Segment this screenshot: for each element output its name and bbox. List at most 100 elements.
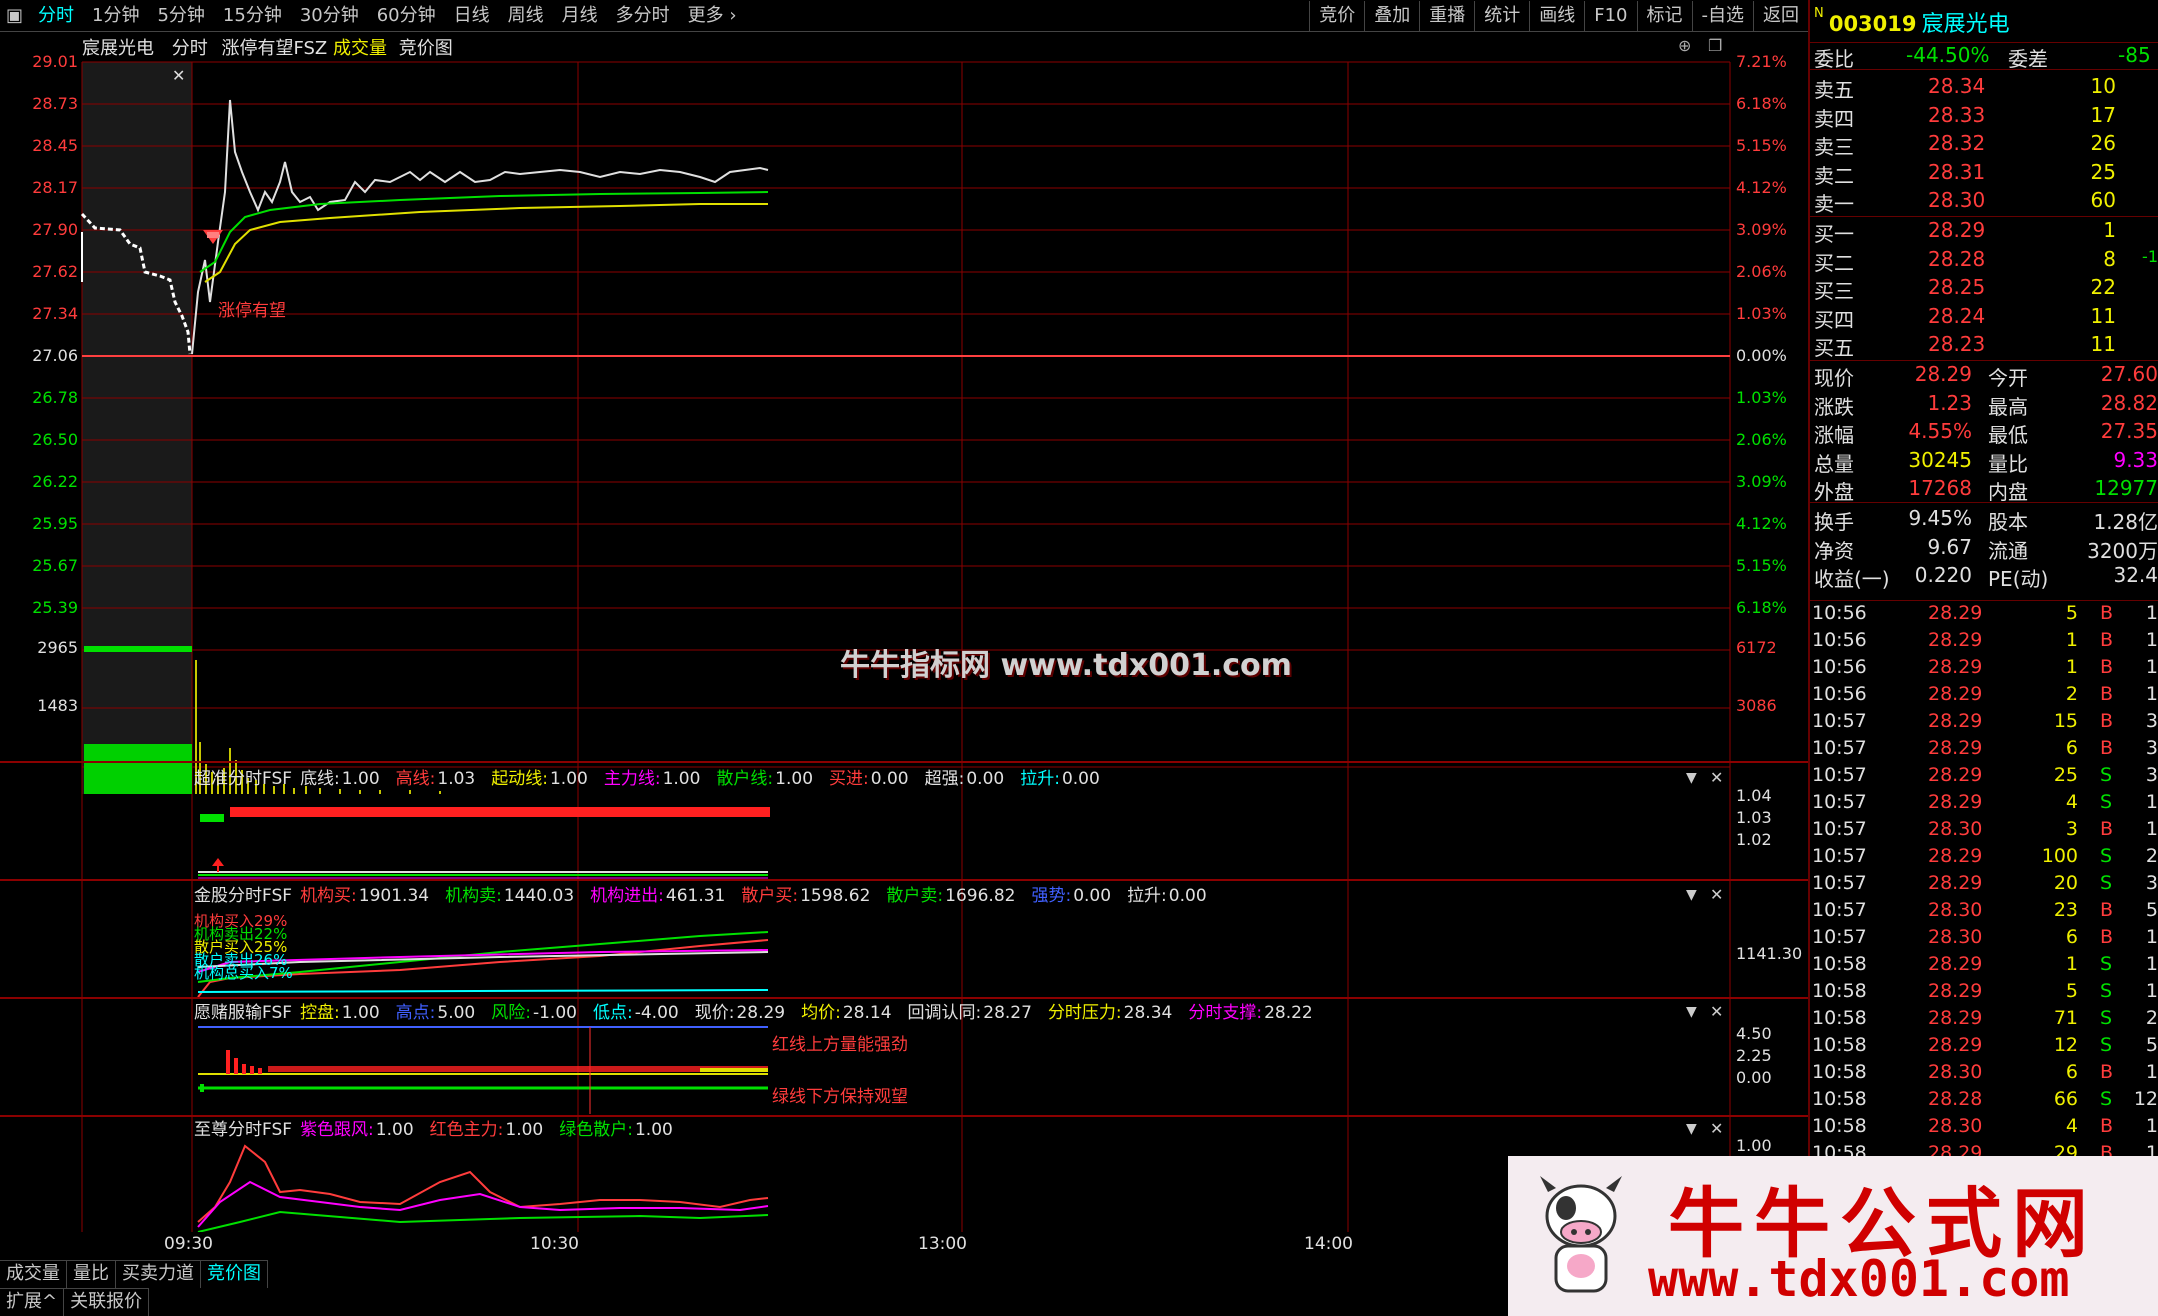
ind3-header[interactable]: 愿赌服输FSF 控盘: 1.00 高点: 5.00 风险: -1.00 低点: -4.00 现价:… xyxy=(194,1001,1329,1025)
stats2-row-0: 换手 9.45% 股本 1.28亿 xyxy=(1810,506,2158,534)
auction-close-icon[interactable]: ✕ xyxy=(172,66,185,85)
bid-level-1[interactable]: 买二 28.28 8 -1 xyxy=(1810,247,2158,275)
ask-level-1[interactable]: 卖四 28.33 17 xyxy=(1810,103,2158,131)
ind2-item-key: 机构进出: xyxy=(590,886,664,906)
tick-volume: 6 xyxy=(2065,926,2078,948)
period-tab-4[interactable]: 30分钟 xyxy=(291,1,368,31)
period-tab-0[interactable]: 分时 xyxy=(29,1,83,31)
bottom-tab-2[interactable]: 买卖力道 xyxy=(116,1261,201,1288)
ind3-item-key: 现价: xyxy=(694,1003,735,1023)
tick-row: 10:58 28.30 6 B 1 xyxy=(1810,1061,2158,1088)
toolbar-btn-5[interactable]: F10 xyxy=(1584,0,1636,31)
ind3-item-7: 分时压力: 28.34 xyxy=(1048,1003,1180,1023)
ask-level-0[interactable]: 卖五 28.34 10 xyxy=(1810,74,2158,102)
bottom-tab2-1[interactable]: 关联报价 xyxy=(64,1289,150,1316)
stock-code: 003019 xyxy=(1828,12,1917,36)
ad-banner[interactable]: 牛牛公式网 www.tdx001.com xyxy=(1508,1156,2158,1316)
ind4-header[interactable]: 至尊分时FSF 紫色跟风: 1.00 红色主力: 1.00 绿色散户: 1.00 xyxy=(194,1118,689,1142)
ind2-item-key: 机构买: xyxy=(300,886,357,906)
period-tab-6[interactable]: 日线 xyxy=(445,1,499,31)
ind1-item-key: 散户线: xyxy=(716,769,774,789)
panel-divider-0 xyxy=(1810,216,2158,217)
ind3-close-icon[interactable]: ✕ xyxy=(1710,1002,1723,1021)
panel-divider-1 xyxy=(1810,360,2158,361)
toolbar-btn-8[interactable]: 返回 xyxy=(1753,0,1808,31)
price-axis-left-13: 25.39 xyxy=(32,598,78,617)
toolbar-right-buttons: 竞价 叠加 重播 统计 画线 F10 标记 -自选 返回 xyxy=(1309,0,1808,31)
tick-row: 10:57 28.30 3 B 1 xyxy=(1810,818,2158,845)
bottom-tab-3[interactable]: 竞价图 xyxy=(201,1261,268,1288)
ind3-note-0: 红线上方量能强劲 xyxy=(772,1035,908,1055)
ind1-header[interactable]: 超准分时FSF 底线: 1.00 高线: 1.03 起动线: 1.00 主力线: 1.00 散户线… xyxy=(194,767,1116,791)
period-tab-7[interactable]: 周线 xyxy=(499,1,553,31)
ind1-item-0: 底线: 1.00 xyxy=(300,769,388,789)
window-menu-icon[interactable]: ▣ xyxy=(0,1,29,31)
toolbar-btn-0[interactable]: 竞价 xyxy=(1309,0,1364,31)
bid-level-4-price: 28.23 xyxy=(1928,332,1986,356)
bottom-tab-0[interactable]: 成交量 xyxy=(0,1261,67,1288)
tick-direction: S xyxy=(2100,791,2113,813)
bid-level-2[interactable]: 买三 28.25 22 xyxy=(1810,275,2158,303)
ask-level-2[interactable]: 卖三 28.32 26 xyxy=(1810,131,2158,159)
toolbar-btn-2[interactable]: 重播 xyxy=(1419,0,1474,31)
stat-label-a: 现价 xyxy=(1814,366,1854,390)
ask-level-3-volume: 25 xyxy=(2090,159,2116,184)
weibi-value: -44.50% xyxy=(1906,43,1990,67)
ind3-item-0: 控盘: 1.00 xyxy=(300,1003,388,1023)
toolbar-btn-1[interactable]: 叠加 xyxy=(1364,0,1419,31)
bid-level-4-volume: 11 xyxy=(2090,332,2116,356)
period-tab-1[interactable]: 1分钟 xyxy=(83,1,148,31)
tick-direction: S xyxy=(2100,872,2113,894)
period-tab-10[interactable]: 更多 › xyxy=(679,1,746,31)
ind2-item-value: 461.31 xyxy=(665,886,726,906)
stat-value-a: 9.45% xyxy=(1908,506,1972,530)
tick-row: 10:57 28.29 15 B 3 xyxy=(1810,710,2158,737)
price-axis-left-4: 27.90 xyxy=(32,220,78,239)
bid-level-0-price: 28.29 xyxy=(1928,218,1986,242)
toolbar-btn-7[interactable]: -自选 xyxy=(1691,0,1754,31)
bid-level-0[interactable]: 买一 28.29 1 xyxy=(1810,218,2158,246)
ask-level-4-price: 28.30 xyxy=(1928,188,1986,212)
panel-divider-2 xyxy=(1810,502,2158,503)
bottom-tab-1[interactable]: 量比 xyxy=(67,1261,116,1288)
ind4-close-icon[interactable]: ✕ xyxy=(1710,1119,1723,1138)
tick-volume: 2 xyxy=(2065,683,2078,705)
ind1-item-key: 高线: xyxy=(395,769,436,789)
bid-level-3[interactable]: 买四 28.24 11 xyxy=(1810,304,2158,332)
tick-time: 10:56 xyxy=(1812,683,1867,705)
ind3-dropdown-icon[interactable]: ▼ xyxy=(1686,1004,1697,1020)
period-tab-9[interactable]: 多分时 xyxy=(607,1,679,31)
price-axis-left-1: 28.73 xyxy=(32,94,78,113)
ind2-header[interactable]: 金股分时FSF 机构买: 1901.34 机构卖: 1440.03 机构进出: 461.31… xyxy=(194,884,1223,908)
ind4-dropdown-icon[interactable]: ▼ xyxy=(1686,1121,1697,1137)
tick-time: 10:57 xyxy=(1812,872,1867,894)
period-tab-8[interactable]: 月线 xyxy=(553,1,607,31)
tick-volume: 25 xyxy=(2053,764,2078,786)
period-tab-5[interactable]: 60分钟 xyxy=(368,1,445,31)
toolbar-btn-3[interactable]: 统计 xyxy=(1474,0,1529,31)
ind1-dropdown-icon[interactable]: ▼ xyxy=(1686,770,1697,786)
tick-price: 28.30 xyxy=(1928,899,1983,921)
ind4-item-2: 绿色散户: 1.00 xyxy=(559,1120,681,1140)
tick-direction: B xyxy=(2100,710,2114,732)
ind2-dropdown-icon[interactable]: ▼ xyxy=(1686,887,1697,903)
toolbar-btn-6[interactable]: 标记 xyxy=(1636,0,1692,31)
ask-level-3[interactable]: 卖二 28.31 25 xyxy=(1810,160,2158,188)
ind2-close-icon[interactable]: ✕ xyxy=(1710,885,1723,904)
bid-level-4[interactable]: 买五 28.23 11 xyxy=(1810,332,2158,360)
stat-label-b: 内盘 xyxy=(1988,480,2028,504)
ind3-item-value: 28.14 xyxy=(842,1003,892,1023)
period-tab-2[interactable]: 5分钟 xyxy=(148,1,213,31)
tick-direction: B xyxy=(2100,818,2114,840)
price-axis-left-11: 25.95 xyxy=(32,514,78,533)
ind1-close-icon[interactable]: ✕ xyxy=(1710,768,1723,787)
vol-axis-left-0: 2965 xyxy=(37,638,78,657)
period-tab-3[interactable]: 15分钟 xyxy=(214,1,291,31)
ask-level-4[interactable]: 卖一 28.30 60 xyxy=(1810,188,2158,216)
ind3-item-key: 回调认同: xyxy=(907,1003,982,1023)
toolbar-btn-4[interactable]: 画线 xyxy=(1529,0,1584,31)
tick-price: 28.30 xyxy=(1928,818,1983,840)
tick-time: 10:57 xyxy=(1812,764,1867,786)
bottom-tab2-0[interactable]: 扩展^ xyxy=(0,1289,65,1316)
stats1-row-1: 涨跌 1.23 最高 28.82 xyxy=(1810,391,2158,419)
